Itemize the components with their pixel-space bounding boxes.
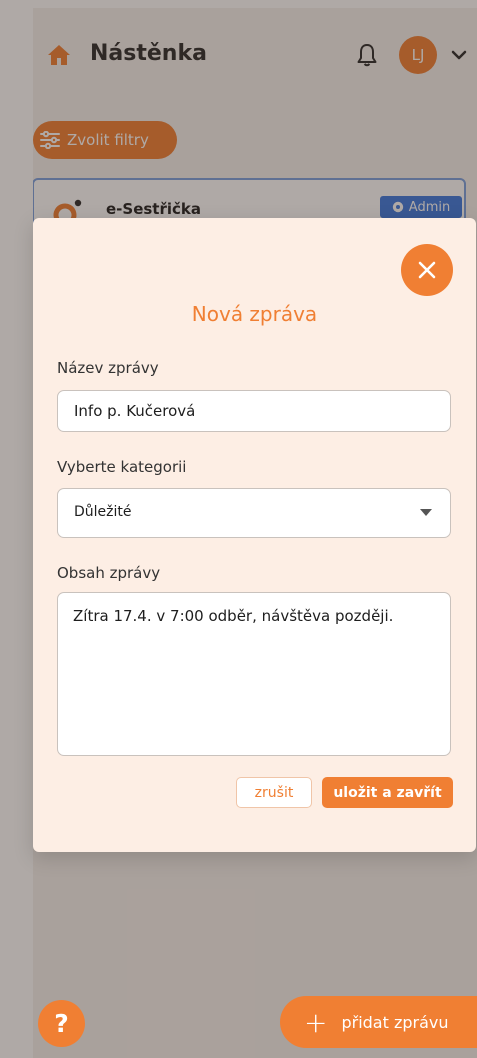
category-select[interactable]: Důležité [57,488,451,538]
category-label: Vyberte kategorii [57,458,187,476]
dialog-title: Nová zpráva [191,302,318,326]
message-name-label: Název zprávy [57,359,159,377]
new-message-dialog: Nová zpráva Název zprávy Vyberte kategor… [33,218,476,852]
category-selected-value: Důležité [74,504,132,520]
caret-down-icon [420,509,432,516]
message-name-input[interactable] [57,390,451,432]
cancel-button[interactable]: zrušit [236,777,312,808]
add-message-button[interactable]: + přidat zprávu [280,996,477,1048]
close-icon [418,261,436,279]
help-button[interactable]: ? [38,1000,85,1047]
message-content-label: Obsah zprávy [57,564,161,582]
save-and-close-button[interactable]: uložit a zavřít [322,777,453,808]
close-button[interactable] [401,244,453,296]
add-message-label: přidat zprávu [341,1012,449,1032]
plus-icon: + [304,1005,328,1039]
message-content-textarea[interactable]: Zítra 17.4. v 7:00 odběr, návštěva pozdě… [57,592,451,756]
